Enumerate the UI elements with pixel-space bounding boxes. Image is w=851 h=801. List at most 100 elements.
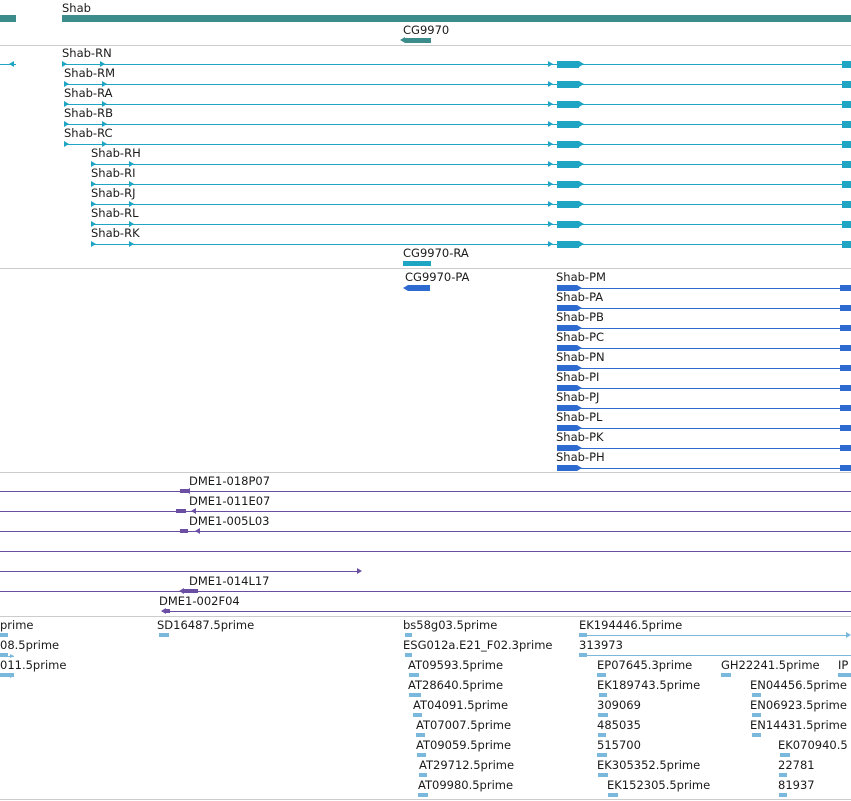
protein-label-pc[interactable]: Shab-PC [556, 330, 604, 344]
est-label-e19[interactable]: 485035 [597, 718, 641, 732]
protein-label-pb[interactable]: Shab-PB [556, 310, 604, 324]
transcript-exon-end-rh[interactable] [842, 161, 851, 168]
est-feature-e8[interactable] [409, 693, 421, 697]
est-label-e27[interactable]: EN14431.5prime [750, 718, 847, 732]
transcript-exon-rk[interactable] [557, 241, 579, 248]
protein-end-pn[interactable] [840, 365, 851, 371]
est-label-e12[interactable]: AT29712.5prime [419, 758, 514, 772]
transcript-exon-end-ra[interactable] [842, 101, 851, 108]
est-feature-e4[interactable] [159, 633, 169, 637]
clone-marker[interactable] [180, 529, 188, 533]
est-feature-e7[interactable] [409, 673, 419, 677]
est-label-e4[interactable]: SD16487.5prime [157, 618, 254, 632]
est-label-e1[interactable]: prime [0, 618, 34, 632]
est-feature-e19[interactable] [598, 733, 606, 737]
transcript-exon-ri[interactable] [557, 181, 579, 188]
est-feature-e24[interactable] [838, 673, 851, 677]
est-label-e30[interactable]: 81937 [778, 778, 815, 792]
transcript-exon-rh[interactable] [557, 161, 579, 168]
est-feature-e17[interactable] [599, 693, 607, 697]
protein-label-pj[interactable]: Shab-PJ [556, 390, 599, 404]
transcript-cg9970-ra-bar[interactable] [403, 261, 431, 266]
est-label-e22[interactable]: EK152305.5prime [607, 778, 710, 792]
est-label-e16[interactable]: EP07645.3prime [597, 658, 692, 672]
protein-end-pc[interactable] [840, 345, 851, 351]
est-feature-e10[interactable] [416, 733, 425, 737]
est-feature-e5[interactable] [405, 633, 412, 637]
gene-cg9970-bar[interactable] [405, 38, 431, 43]
transcript-exon-end-rc[interactable] [842, 141, 851, 148]
protein-end-pl[interactable] [840, 425, 851, 431]
est-feature-e30[interactable] [779, 793, 787, 797]
protein-end-pa[interactable] [840, 305, 851, 311]
protein-label-cg9970-pa[interactable]: CG9970-PA [405, 270, 469, 284]
transcript-exon-rm[interactable] [557, 81, 579, 88]
protein-bar-ph[interactable] [557, 465, 577, 471]
protein-end-ph[interactable] [840, 465, 851, 471]
transcript-exon-end-rl[interactable] [842, 221, 851, 228]
transcript-exon-end-rj[interactable] [842, 201, 851, 208]
est-label-e8[interactable]: AT28640.5prime [408, 678, 503, 692]
est-feature-e29[interactable] [779, 773, 787, 777]
est-label-e5[interactable]: bs58g03.5prime [403, 618, 497, 632]
est-feature-e16[interactable] [597, 673, 606, 677]
est-label-e18[interactable]: 309069 [597, 698, 641, 712]
protein-label-ph[interactable]: Shab-PH [556, 450, 605, 464]
est-feature-e21[interactable] [598, 773, 608, 777]
protein-label-pl[interactable]: Shab-PL [556, 410, 602, 424]
transcript-exon-rb[interactable] [557, 121, 579, 128]
est-feature-e6[interactable] [405, 653, 412, 657]
protein-label-pi[interactable]: Shab-PI [556, 370, 599, 384]
clone-marker[interactable] [180, 489, 188, 493]
est-feature-e28[interactable] [780, 753, 790, 757]
transcript-exon-end-rm[interactable] [842, 81, 851, 88]
transcript-label-rk[interactable]: Shab-RK [91, 226, 140, 240]
est-label-e10[interactable]: AT07007.5prime [416, 718, 511, 732]
est-label-e23[interactable]: GH22241.5prime [721, 658, 820, 672]
est-feature-e23[interactable] [721, 673, 731, 677]
transcript-label-rj[interactable]: Shab-RJ [91, 186, 135, 200]
protein-label-pk[interactable]: Shab-PK [556, 430, 604, 444]
est-label-e3[interactable]: 011.5prime [0, 658, 66, 672]
est-label-e21[interactable]: EK305352.5prime [597, 758, 700, 772]
est-feature-e25[interactable] [752, 693, 761, 697]
transcript-label-ri[interactable]: Shab-RI [91, 166, 135, 180]
clone-label-c5[interactable]: DME1-002F04 [159, 594, 240, 608]
transcript-label-rc[interactable]: Shab-RC [64, 126, 113, 140]
protein-end-pk[interactable] [840, 445, 851, 451]
est-label-e17[interactable]: EK189743.5prime [597, 678, 700, 692]
transcript-exon-rn[interactable] [557, 61, 579, 68]
gene-shab-bar[interactable] [62, 15, 851, 22]
est-label-e11[interactable]: AT09059.5prime [416, 738, 511, 752]
clone-label-c1[interactable]: DME1-018P07 [189, 474, 270, 488]
transcript-exon-rc[interactable] [557, 141, 579, 148]
est-label-e14[interactable]: EK194446.5prime [579, 618, 682, 632]
clone-label-c3[interactable]: DME1-005L03 [189, 514, 270, 528]
est-feature-e11[interactable] [417, 753, 426, 757]
est-label-e25[interactable]: EN04456.5prime [750, 678, 847, 692]
transcript-label-cg9970-ra[interactable]: CG9970-RA [403, 246, 469, 260]
est-label-e2[interactable]: 08.5prime [0, 638, 59, 652]
est-feature-e20[interactable] [597, 753, 607, 757]
est-label-e6[interactable]: ESG012a.E21_F02.3prime [403, 638, 553, 652]
transcript-label-rh[interactable]: Shab-RH [91, 146, 141, 160]
est-label-e13[interactable]: AT09980.5prime [418, 778, 513, 792]
protein-end-pi[interactable] [840, 385, 851, 391]
transcript-exon-end-ri[interactable] [842, 181, 851, 188]
transcript-label-rl[interactable]: Shab-RL [91, 206, 138, 220]
est-feature-e14[interactable] [579, 633, 587, 637]
transcript-exon-end-rb[interactable] [842, 121, 851, 128]
transcript-label-rb[interactable]: Shab-RB [64, 106, 113, 120]
est-label-e20[interactable]: 515700 [597, 738, 641, 752]
transcript-exon-ra[interactable] [557, 101, 579, 108]
est-feature-e26[interactable] [752, 713, 761, 717]
transcript-exon-end-rk[interactable] [842, 241, 851, 248]
protein-cg9970-pa-bar[interactable] [408, 285, 430, 291]
protein-end-pj[interactable] [840, 405, 851, 411]
est-label-e29[interactable]: 22781 [778, 758, 815, 772]
est-feature-e27[interactable] [752, 733, 761, 737]
gene-shab-left-fragment[interactable] [0, 15, 16, 22]
clone-marker[interactable] [176, 509, 186, 513]
est-feature-e1[interactable] [0, 633, 8, 637]
est-label-e9[interactable]: AT04091.5prime [413, 698, 508, 712]
